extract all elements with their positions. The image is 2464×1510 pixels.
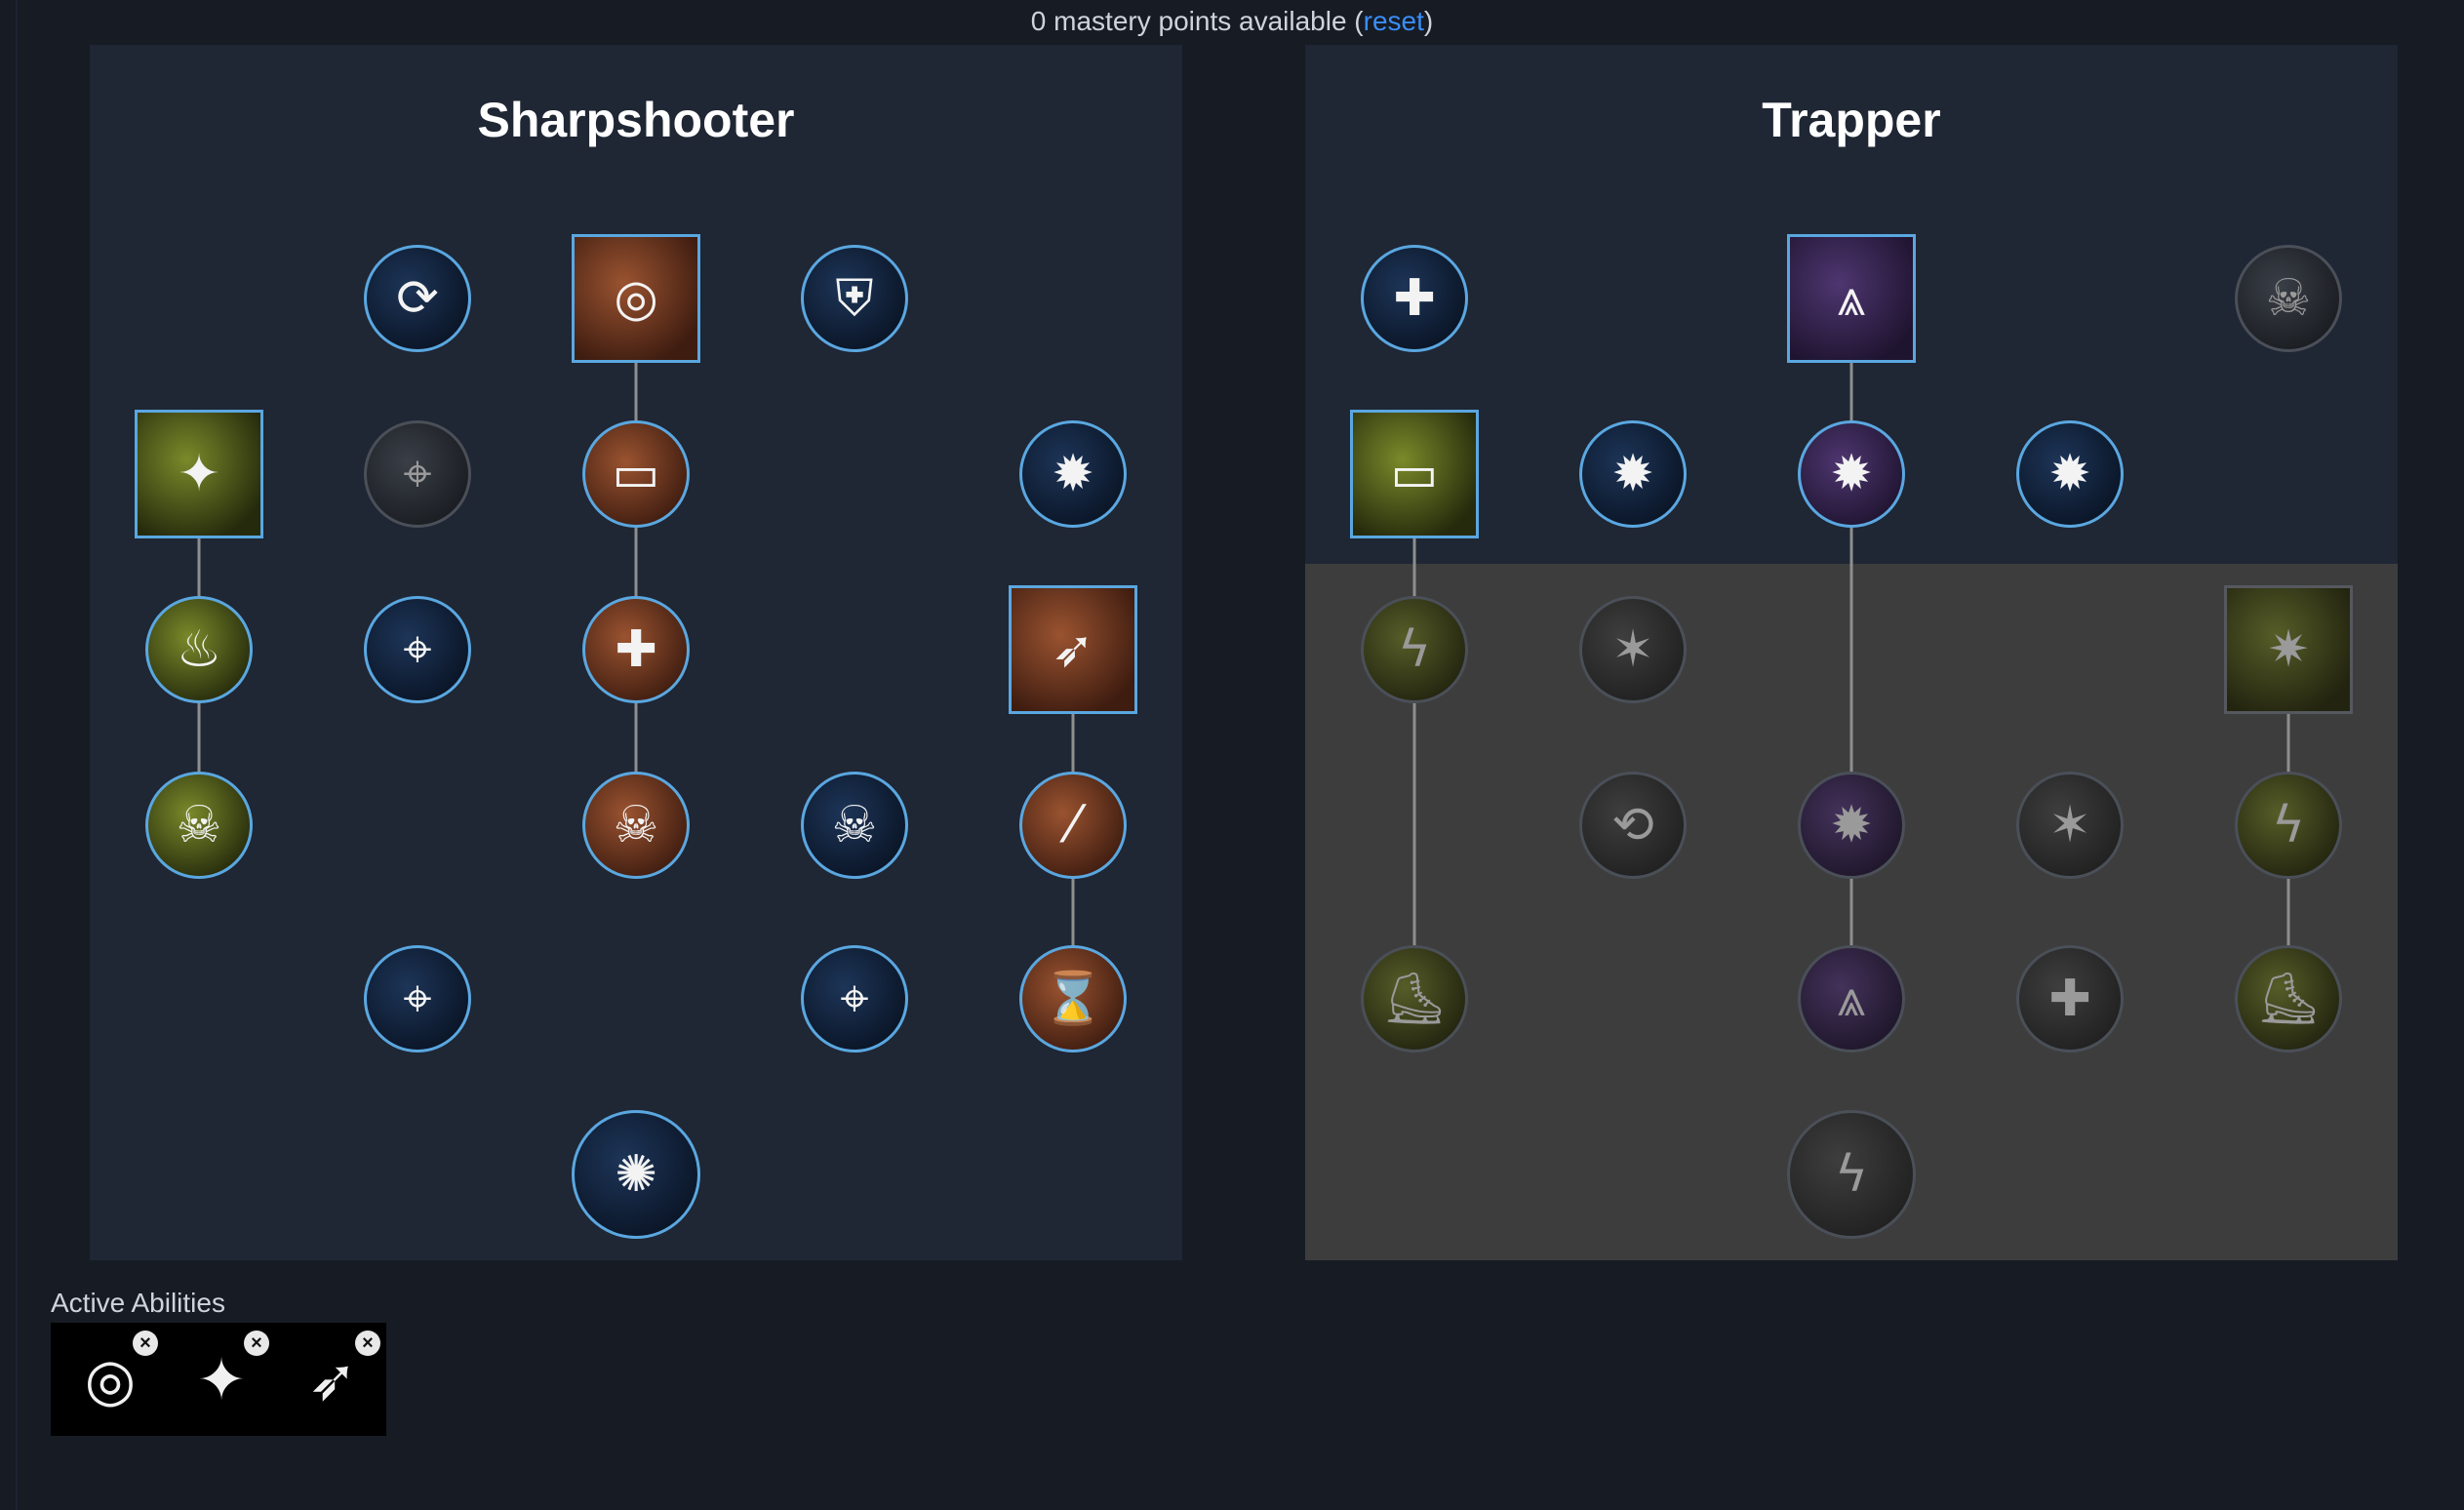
skill-node[interactable]: ✚ bbox=[1361, 245, 1468, 352]
skill-node[interactable]: ⌖ bbox=[801, 945, 908, 1053]
lightning-icon: ϟ bbox=[2271, 796, 2306, 854]
active-abilities-label: Active Abilities bbox=[51, 1288, 225, 1318]
skill-node[interactable]: ⌛ bbox=[1019, 945, 1127, 1053]
skill-node[interactable]: ⁄ bbox=[1019, 772, 1127, 879]
trapper-tree: Trapper ✚ ⩓ ☠ ▭ ✹ ✹ ✹ ϟ ✶ ✷ ⟲ ✹ ✶ ϟ ⛸ ⩓ ✚ ⛸ ϟ bbox=[1305, 45, 2398, 1260]
skill-node[interactable]: ⩓ bbox=[1787, 234, 1916, 363]
target-head-icon: ✹ bbox=[1052, 445, 1094, 503]
health-plus-icon: ✚ bbox=[2048, 970, 2091, 1028]
boot-icon: ⛸ bbox=[1381, 970, 1447, 1028]
skill-node[interactable]: ✚ bbox=[582, 596, 690, 703]
skull-icon: ☠ bbox=[2265, 269, 2312, 328]
bullet-impact-icon: ▭ bbox=[1390, 445, 1439, 503]
shield-burst-icon: ✹ bbox=[1611, 445, 1654, 503]
skill-node[interactable]: ▭ bbox=[582, 420, 690, 528]
active-ability-slot[interactable]: ◎ × bbox=[59, 1329, 162, 1432]
skill-node[interactable]: ☠ bbox=[582, 772, 690, 879]
rotating-target-icon: ◎ bbox=[614, 269, 658, 328]
spike-burst-icon: ✹ bbox=[1830, 796, 1873, 854]
skill-node[interactable]: ✚ bbox=[2016, 945, 2124, 1053]
skill-node[interactable]: ⟲ bbox=[1579, 772, 1687, 879]
skill-node[interactable]: ✷ bbox=[2224, 585, 2353, 714]
crosshair-range-icon: ⌖ bbox=[403, 970, 432, 1028]
crosshair-icon: ⌖ bbox=[403, 445, 432, 503]
skill-node[interactable]: ✹ bbox=[1798, 420, 1905, 528]
lightning-icon: ϟ bbox=[1397, 620, 1432, 679]
remove-ability-icon[interactable]: × bbox=[133, 1331, 158, 1356]
skill-node[interactable]: ✹ bbox=[1019, 420, 1127, 528]
skill-node[interactable]: ⌖ bbox=[364, 945, 471, 1053]
skill-node[interactable]: ▭ bbox=[1350, 410, 1479, 538]
skill-node[interactable]: ♨ bbox=[145, 596, 253, 703]
skill-node[interactable]: ⛸ bbox=[1361, 945, 1468, 1053]
remove-ability-icon[interactable]: × bbox=[244, 1331, 269, 1356]
kneeling-shooter-icon: ➶ bbox=[1052, 620, 1094, 679]
active-abilities-bar: ◎ × ✦ × ➶ × bbox=[51, 1323, 386, 1436]
skill-node[interactable]: ☠ bbox=[2235, 245, 2342, 352]
skill-node[interactable]: ⌖ bbox=[364, 420, 471, 528]
skill-node[interactable]: ◎ bbox=[572, 234, 700, 363]
skill-node[interactable]: ☠ bbox=[801, 772, 908, 879]
skill-node[interactable]: ☠ bbox=[145, 772, 253, 879]
skill-node[interactable]: ⛸ bbox=[2235, 945, 2342, 1053]
ammo-refresh-icon: ⟳ bbox=[396, 269, 439, 328]
close-paren: ) bbox=[1423, 6, 1434, 36]
crosshair-icon: ⌖ bbox=[840, 970, 869, 1028]
mastery-points-text: 0 mastery points available ( bbox=[1030, 6, 1364, 36]
armor-vest-icon: ⛨ bbox=[835, 269, 874, 328]
skill-node[interactable]: ✹ bbox=[1798, 772, 1905, 879]
tripwire-runner-icon: ✶ bbox=[1611, 620, 1654, 679]
skill-node[interactable]: ϟ bbox=[1787, 1110, 1916, 1239]
mastery-points-bar: 0 mastery points available (reset) bbox=[0, 0, 2464, 43]
skill-node[interactable]: ⟳ bbox=[364, 245, 471, 352]
spike-trap-icon: ⩓ bbox=[1837, 970, 1866, 1028]
sharpshooter-tree: Sharpshooter ⟳ ◎ ⛨ ✦ ⌖ ▭ ✹ ♨ ⌖ ✚ ➶ ☠ ☠ ☠ ⁄ ⌖ ⌖ ⌛ ✺ bbox=[90, 45, 1182, 1260]
skill-node[interactable]: ➶ bbox=[1009, 585, 1137, 714]
reset-link[interactable]: reset bbox=[1364, 6, 1424, 36]
skill-node[interactable]: ϟ bbox=[1361, 596, 1468, 703]
crosshair-range-icon: ⌖ bbox=[403, 620, 432, 679]
health-plus-icon: ✚ bbox=[615, 620, 657, 679]
remove-ability-icon[interactable]: × bbox=[355, 1331, 380, 1356]
active-ability-slot[interactable]: ✦ × bbox=[170, 1329, 273, 1432]
skill-node[interactable]: ⌖ bbox=[364, 596, 471, 703]
skill-node[interactable]: ✹ bbox=[1579, 420, 1687, 528]
skill-node[interactable]: ✦ bbox=[135, 410, 263, 538]
hourglass-target-icon: ⌛ bbox=[1041, 970, 1105, 1028]
fire-icon: ♨ bbox=[176, 620, 222, 679]
medic-cross-icon: ✚ bbox=[1393, 269, 1436, 328]
skull-refresh-icon: ☠ bbox=[613, 796, 659, 854]
spike-burst-icon: ✹ bbox=[1830, 445, 1873, 503]
tripwire-runner-icon: ✶ bbox=[2048, 796, 2091, 854]
skill-node[interactable]: ⩓ bbox=[1798, 945, 1905, 1053]
skill-node[interactable]: ✹ bbox=[2016, 420, 2124, 528]
skill-node[interactable]: ✶ bbox=[2016, 772, 2124, 879]
left-divider bbox=[16, 0, 18, 1510]
active-ability-slot[interactable]: ➶ × bbox=[281, 1329, 384, 1432]
bullets-icon: ⁄ bbox=[1068, 796, 1078, 854]
skull-hourglass-icon: ☠ bbox=[176, 796, 222, 854]
skull-refresh-icon: ☠ bbox=[831, 796, 878, 854]
sparkle-flame-icon: ✦ bbox=[178, 445, 220, 503]
skill-node[interactable]: ⛨ bbox=[801, 245, 908, 352]
spike-mine-icon: ✷ bbox=[2267, 620, 2310, 679]
skill-node[interactable]: ✺ bbox=[572, 1110, 700, 1239]
spike-trap-icon: ⩓ bbox=[1837, 269, 1866, 328]
boot-icon: ⛸ bbox=[2255, 970, 2321, 1028]
shock-group-icon: ϟ bbox=[1834, 1145, 1869, 1204]
skill-node[interactable]: ϟ bbox=[2235, 772, 2342, 879]
bullet-icon: ▭ bbox=[612, 445, 660, 503]
boot-refresh-icon: ⟲ bbox=[1611, 796, 1654, 854]
shield-burst-icon: ✹ bbox=[2048, 445, 2091, 503]
crosshair-burst-icon: ✺ bbox=[615, 1145, 657, 1204]
skill-node[interactable]: ✶ bbox=[1579, 596, 1687, 703]
